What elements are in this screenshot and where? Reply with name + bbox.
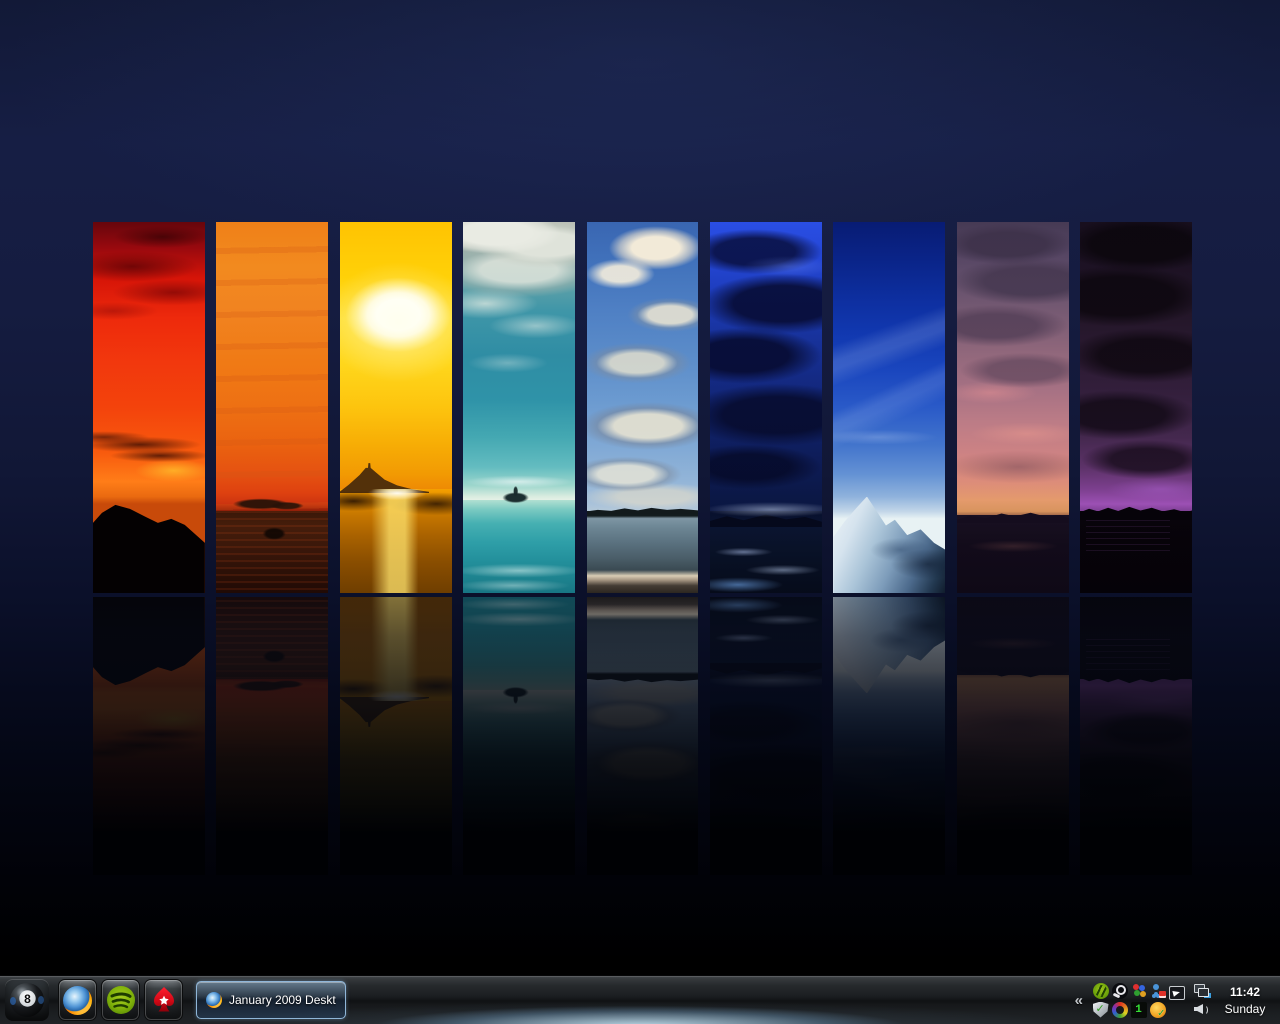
color-wheel-tray-icon[interactable]	[1111, 1001, 1128, 1018]
firefox-icon	[206, 992, 222, 1008]
update-check-tray-icon[interactable]	[1149, 1001, 1166, 1019]
firefox-icon	[63, 985, 92, 1015]
wallpaper-reflection-stormy-night-sea	[709, 597, 822, 875]
eight-ball-icon: 8	[10, 983, 44, 1017]
wallpaper-reflections	[93, 597, 1193, 875]
wallpaper-panel-teal-sky-beach	[463, 222, 576, 593]
digit-meter-tray-icon[interactable]: 1	[1130, 1001, 1147, 1018]
wallpaper-reflection-teal-sky-beach	[463, 597, 576, 875]
wallpaper-panel-night-snow-mountain	[833, 222, 946, 593]
wallpaper-panel-violet-pink-sunset	[956, 222, 1069, 593]
eight-ball-digit: 8	[24, 992, 31, 1006]
wallpaper-reflection-golden-sun-sea	[339, 597, 452, 875]
taskbar-clock[interactable]: 11:42 Sunday	[1219, 985, 1276, 1016]
wallpaper-panel-stormy-night-sea	[709, 222, 822, 593]
wallpaper-panel-blue-cumulus-beach	[586, 222, 699, 593]
tray-expand-chevron[interactable]: «	[1075, 993, 1083, 1008]
wallpaper-panel-orange-sunset-sea	[216, 222, 329, 593]
wallpaper-reflection-orange-sunset-sea	[216, 597, 329, 875]
messenger-busy-tray-icon[interactable]	[1150, 983, 1166, 999]
screen-share-tray-icon[interactable]	[1168, 985, 1185, 1000]
clock-day: Sunday	[1224, 1001, 1266, 1016]
taskbar-window-button-firefox[interactable]: January 2009 Deskto...	[196, 981, 346, 1019]
wallpaper-reflection-violet-pink-sunset	[956, 597, 1069, 875]
quick-launch-pokerstars[interactable]	[144, 979, 183, 1021]
tray-netvol	[1194, 984, 1211, 1016]
system-tray: « 1 11:42 Sunday	[1075, 976, 1276, 1024]
quick-launch-spotify[interactable]	[101, 979, 140, 1021]
steam-tray-icon[interactable]	[1111, 982, 1128, 999]
wallpaper-reflection-dark-violet-storm	[1080, 597, 1193, 875]
quick-launch-firefox[interactable]	[58, 979, 97, 1021]
start-button[interactable]: 8	[5, 979, 49, 1021]
wallpaper-reflection-night-snow-mountain	[833, 597, 946, 875]
taskbar: 8 January 2009 Deskt « ✓ 1 ✓ 11:42 Sunda…	[0, 975, 1280, 1024]
tray-icon-grid: 1	[1091, 981, 1186, 1019]
clock-time: 11:42	[1229, 984, 1261, 999]
wallpaper-reflection-red-sunset	[93, 597, 205, 875]
desktop: 8 January 2009 Deskt « ✓ 1 ✓ 11:42 Sunda…	[0, 0, 1280, 1024]
wallpaper-stripes	[93, 222, 1193, 593]
pokerstars-spade-icon	[153, 987, 174, 1012]
wallpaper-panel-dark-violet-storm	[1080, 222, 1193, 593]
wallpaper-reflection-blue-cumulus-beach	[586, 597, 699, 875]
colored-balls-tray-icon[interactable]	[1131, 983, 1147, 999]
quick-launch	[58, 979, 183, 1021]
window-button-title: January 2009 Deskto...	[229, 993, 336, 1007]
wallpaper-panel-red-sunset	[93, 222, 205, 593]
spotify-icon	[106, 986, 135, 1014]
wallpaper-panel-golden-sun-sea	[339, 222, 452, 593]
security-shield-tray-icon[interactable]	[1092, 1001, 1109, 1018]
network-icon[interactable]	[1194, 984, 1211, 999]
spotify-tray-icon[interactable]	[1092, 982, 1109, 999]
volume-icon[interactable]	[1194, 1002, 1211, 1016]
